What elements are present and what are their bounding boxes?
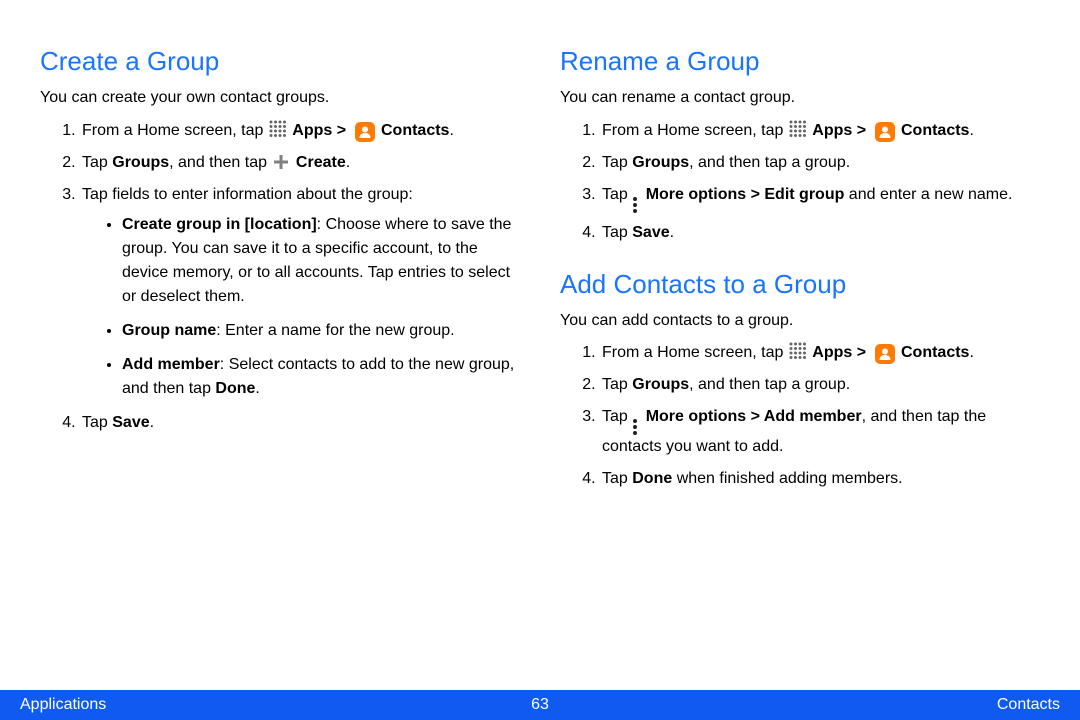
intro-rename: You can rename a contact group. xyxy=(560,87,1040,109)
create-label: Create xyxy=(296,154,346,171)
contacts-label: Contacts xyxy=(901,344,969,361)
text: . xyxy=(346,154,350,171)
sep: > xyxy=(857,122,871,139)
more-options-icon xyxy=(633,197,639,213)
step-2: Tap Groups, and then tap Create. xyxy=(80,151,520,175)
text: . xyxy=(969,344,973,361)
sep: > xyxy=(746,186,764,203)
text: From a Home screen, tap xyxy=(82,122,268,139)
steps-rename: From a Home screen, tap Apps > Contacts.… xyxy=(560,119,1040,245)
section-title-add: Add Contacts to a Group xyxy=(560,269,1040,300)
text: and enter a new name. xyxy=(844,186,1012,203)
contacts-label: Contacts xyxy=(381,122,449,139)
step-1: From a Home screen, tap Apps > Contacts. xyxy=(600,341,1040,365)
apps-label: Apps xyxy=(812,122,852,139)
sep: > xyxy=(746,408,764,425)
step-1: From a Home screen, tap Apps > Contacts. xyxy=(80,119,520,143)
edit-group-label: Edit group xyxy=(764,186,844,203)
groups-label: Groups xyxy=(112,154,169,171)
step-4: Tap Done when finished adding members. xyxy=(600,467,1040,491)
text: . xyxy=(670,224,674,241)
page: Create a Group You can create your own c… xyxy=(0,0,1080,720)
left-column: Create a Group You can create your own c… xyxy=(40,40,520,499)
contacts-icon xyxy=(355,122,375,142)
apps-grid-icon xyxy=(789,342,807,360)
label: Group name xyxy=(122,322,216,339)
contacts-label: Contacts xyxy=(901,122,969,139)
text: From a Home screen, tap xyxy=(602,122,788,139)
step-4: Tap Save. xyxy=(80,411,520,435)
page-footer: Applications 63 Contacts xyxy=(0,690,1080,720)
text: Tap xyxy=(602,376,632,393)
steps-create: From a Home screen, tap Apps > Contacts.… xyxy=(40,119,520,435)
text: From a Home screen, tap xyxy=(602,344,788,361)
save-label: Save xyxy=(112,414,149,431)
step-3: Tap More options > Add member, and then … xyxy=(600,405,1040,459)
label: Add member xyxy=(122,356,220,373)
text: Tap xyxy=(602,408,632,425)
sep: > xyxy=(337,122,351,139)
add-member-label: Add member xyxy=(764,408,862,425)
content-columns: Create a Group You can create your own c… xyxy=(40,40,1040,499)
done-label: Done xyxy=(632,470,672,487)
more-label: More options xyxy=(646,186,746,203)
groups-label: Groups xyxy=(632,376,689,393)
label: Create group in [location] xyxy=(122,216,317,233)
apps-label: Apps xyxy=(812,344,852,361)
text: Tap xyxy=(602,224,632,241)
footer-right: Contacts xyxy=(997,696,1060,714)
step-2: Tap Groups, and then tap a group. xyxy=(600,373,1040,397)
text: Tap fields to enter information about th… xyxy=(82,186,413,203)
step-1: From a Home screen, tap Apps > Contacts. xyxy=(600,119,1040,143)
apps-grid-icon xyxy=(269,120,287,138)
more-options-icon xyxy=(633,419,639,435)
text: . xyxy=(150,414,154,431)
section-title-rename: Rename a Group xyxy=(560,46,1040,77)
text: , and then tap xyxy=(169,154,271,171)
bullet: Add member: Select contacts to add to th… xyxy=(122,353,520,401)
plus-icon xyxy=(272,153,290,171)
step-3: Tap More options > Edit group and enter … xyxy=(600,183,1040,213)
text: Tap xyxy=(602,186,632,203)
text: when finished adding members. xyxy=(672,470,902,487)
step-2: Tap Groups, and then tap a group. xyxy=(600,151,1040,175)
intro-add: You can add contacts to a group. xyxy=(560,310,1040,332)
text: : Enter a name for the new group. xyxy=(216,322,454,339)
apps-grid-icon xyxy=(789,120,807,138)
text: , and then tap a group. xyxy=(689,376,850,393)
save-label: Save xyxy=(632,224,669,241)
text: Tap xyxy=(82,154,112,171)
sep: > xyxy=(857,344,871,361)
text: Tap xyxy=(602,470,632,487)
text: Tap xyxy=(602,154,632,171)
more-label: More options xyxy=(646,408,746,425)
apps-label: Apps xyxy=(292,122,332,139)
page-number: 63 xyxy=(531,696,549,714)
contacts-icon xyxy=(875,122,895,142)
footer-left: Applications xyxy=(20,696,106,714)
done-label: Done xyxy=(215,380,255,397)
groups-label: Groups xyxy=(632,154,689,171)
text: Tap xyxy=(82,414,112,431)
text: . xyxy=(255,380,259,397)
steps-add: From a Home screen, tap Apps > Contacts.… xyxy=(560,341,1040,491)
step-4: Tap Save. xyxy=(600,221,1040,245)
bullets-create: Create group in [location]: Choose where… xyxy=(82,213,520,401)
text: , and then tap a group. xyxy=(689,154,850,171)
bullet: Group name: Enter a name for the new gro… xyxy=(122,319,520,343)
step-3: Tap fields to enter information about th… xyxy=(80,183,520,401)
section-title-create: Create a Group xyxy=(40,46,520,77)
intro-create: You can create your own contact groups. xyxy=(40,87,520,109)
contacts-icon xyxy=(875,344,895,364)
bullet: Create group in [location]: Choose where… xyxy=(122,213,520,309)
text: . xyxy=(449,122,453,139)
text: . xyxy=(969,122,973,139)
right-column: Rename a Group You can rename a contact … xyxy=(560,40,1040,499)
